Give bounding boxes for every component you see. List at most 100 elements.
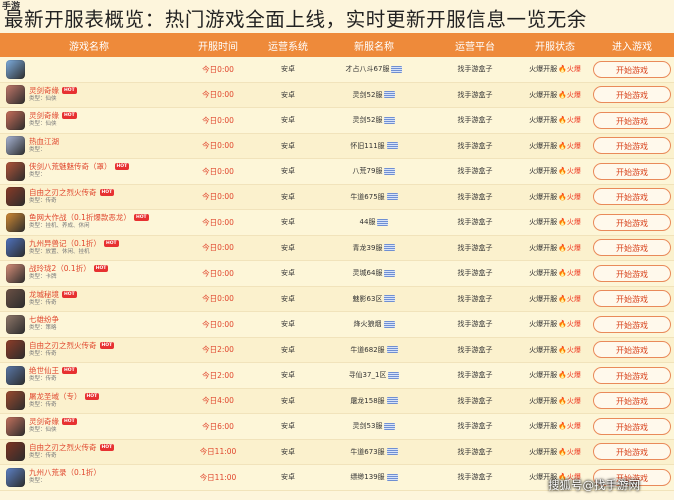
game-title[interactable]: 侠剑八荒魅魅传奇（罩）	[29, 162, 112, 171]
game-cell[interactable]: 自由之刃之烈火传奇 HOT 类型：传奇	[0, 340, 178, 360]
status-hot: 火爆	[566, 422, 581, 431]
operating-system: 安卓	[281, 345, 295, 354]
game-cell[interactable]: 九州异兽记（0.1折） HOT 类型：放置、休闲、挂机	[0, 238, 178, 258]
game-cell[interactable]: 灵剑奇缘 HOT 类型：仙侠	[0, 85, 178, 105]
game-cell[interactable]: 鱼网大作战（0.1折爆款恶龙） HOT 类型：挂机、养成、休闲	[0, 212, 178, 232]
game-title[interactable]: 屠龙圣域（专）	[29, 392, 82, 401]
start-game-button[interactable]: 开始游戏	[593, 137, 671, 155]
game-cell[interactable]: 热血江湖 类型：	[0, 136, 178, 156]
start-game-button[interactable]: 开始游戏	[593, 188, 671, 206]
game-icon[interactable]	[6, 416, 25, 436]
game-cell[interactable]: 自由之刃之烈火传奇 HOT 类型：传奇	[0, 187, 178, 207]
game-icon[interactable]	[6, 212, 25, 232]
game-title[interactable]: 九州八荒录（0.1折）	[29, 468, 101, 477]
server-cell: 灵剑53服	[318, 421, 430, 431]
game-icon[interactable]	[6, 442, 25, 462]
status-label: 火爆开服	[529, 65, 558, 74]
game-icon[interactable]	[6, 161, 25, 181]
start-game-button[interactable]: 开始游戏	[593, 290, 671, 308]
game-cell[interactable]: 绝世仙王 HOT 类型：传奇	[0, 365, 178, 385]
game-title[interactable]: 七雄纷争	[29, 315, 59, 324]
game-title[interactable]: 热血江湖	[29, 137, 59, 146]
start-game-button[interactable]: 开始游戏	[593, 315, 671, 333]
game-title[interactable]: 自由之刃之烈火传奇	[29, 188, 97, 197]
action-cell: 开始游戏	[590, 264, 674, 282]
game-cell[interactable]: 屠龙圣域（专） HOT 类型：传奇	[0, 391, 178, 411]
hot-badge: HOT	[103, 239, 119, 247]
server-name: 八荒79服	[352, 167, 383, 176]
game-icon[interactable]	[6, 263, 25, 283]
status-hot: 火爆	[566, 294, 581, 303]
game-icon[interactable]	[6, 289, 25, 309]
game-icon[interactable]	[6, 85, 25, 105]
game-icon[interactable]	[6, 391, 25, 411]
action-cell: 开始游戏	[590, 239, 674, 257]
status-cell: 火爆开服 🔥 火爆	[520, 319, 590, 329]
table-row: 侠剑八荒魅魅传奇（罩） HOT 类型： 今日0:00 安卓 八荒79服 找手游盒子 火爆开服 🔥…	[0, 159, 674, 185]
start-game-button[interactable]: 开始游戏	[593, 86, 671, 104]
open-time: 今日0:00	[202, 64, 234, 74]
game-cell[interactable]: 灵剑奇缘 HOT 类型：仙侠	[0, 110, 178, 130]
server-name: 青龙39服	[352, 243, 383, 252]
game-title[interactable]: 灵剑奇缘	[29, 111, 59, 120]
game-icon[interactable]	[6, 238, 25, 258]
action-cell: 开始游戏	[590, 392, 674, 410]
status-cell: 火爆开服 🔥 火爆	[520, 396, 590, 406]
platform: 找手游盒子	[457, 269, 493, 278]
game-title[interactable]: 绝世仙王	[29, 366, 59, 375]
game-title[interactable]: 灵剑奇缘	[29, 417, 59, 426]
platform: 找手游盒子	[457, 167, 493, 176]
game-icon[interactable]	[6, 467, 25, 487]
game-icon[interactable]	[6, 340, 25, 360]
game-title[interactable]: 九州异兽记（0.1折）	[29, 239, 101, 248]
start-game-button[interactable]: 开始游戏	[593, 392, 671, 410]
platform: 找手游盒子	[457, 218, 493, 227]
game-title-line: 自由之刃之烈火传奇 HOT	[29, 341, 115, 350]
start-game-button[interactable]: 开始游戏	[593, 264, 671, 282]
game-cell[interactable]: 九州八荒录（0.1折） 类型：	[0, 467, 178, 487]
start-game-button[interactable]: 开始游戏	[593, 213, 671, 231]
game-cell[interactable]: 战玲珑2（0.1折） HOT 类型：卡牌	[0, 263, 178, 283]
start-game-button[interactable]: 开始游戏	[593, 366, 671, 384]
server-cell: 缥缈139服	[318, 472, 430, 482]
start-game-button[interactable]: 开始游戏	[593, 60, 671, 78]
start-game-button[interactable]: 开始游戏	[593, 341, 671, 359]
hot-badge: HOT	[62, 290, 77, 298]
game-icon[interactable]	[6, 314, 25, 334]
action-cell: 开始游戏	[590, 213, 674, 231]
start-game-button[interactable]: 开始游戏	[593, 111, 671, 129]
game-title[interactable]: 自由之刃之烈火传奇	[29, 443, 97, 452]
start-game-button[interactable]: 开始游戏	[593, 239, 671, 257]
game-title-line: 九州异兽记（0.1折） HOT	[29, 239, 119, 248]
hot-badge: HOT	[133, 214, 149, 222]
game-icon[interactable]	[6, 136, 25, 156]
game-cell[interactable]: 龙城秘境 HOT 类型：传奇	[0, 289, 178, 309]
start-game-button[interactable]: 开始游戏	[593, 162, 671, 180]
game-cell[interactable]: 灵剑奇缘 HOT 类型：仙侠	[0, 416, 178, 436]
game-title[interactable]: 灵剑奇缘	[29, 86, 59, 95]
table-row: 龙城秘境 HOT 类型：传奇 今日0:00 安卓 魅影63区 找手游盒子 火爆开服 🔥 火爆 开始游…	[0, 286, 674, 312]
operating-system: 安卓	[281, 371, 295, 380]
game-icon[interactable]	[6, 365, 25, 385]
game-cell[interactable]	[0, 59, 178, 79]
server-table: 今日0:00 安卓 才占八斗67服 找手游盒子 火爆开服 🔥 火爆 开始游戏 灵剑奇缘 HOT 类型…	[0, 57, 674, 491]
game-icon[interactable]	[6, 110, 25, 130]
start-game-button[interactable]: 开始游戏	[593, 417, 671, 435]
table-row: 战玲珑2（0.1折） HOT 类型：卡牌 今日0:00 安卓 灵城64服 找手游盒子 火爆开服…	[0, 261, 674, 287]
server-list-icon	[384, 91, 396, 99]
platform: 找手游盒子	[457, 141, 493, 150]
game-title[interactable]: 自由之刃之烈火传奇	[29, 341, 97, 350]
game-title[interactable]: 鱼网大作战（0.1折爆款恶龙）	[29, 213, 131, 222]
game-icon[interactable]	[6, 187, 25, 207]
game-cell[interactable]: 七雄纷争 类型：策略	[0, 314, 178, 334]
game-title[interactable]: 战玲珑2（0.1折）	[29, 264, 91, 273]
game-title[interactable]: 龙城秘境	[29, 290, 59, 299]
operating-system: 安卓	[281, 447, 295, 456]
game-cell[interactable]: 自由之刃之烈火传奇 HOT 类型：传奇	[0, 442, 178, 462]
start-game-button[interactable]: 开始游戏	[593, 443, 671, 461]
game-icon[interactable]	[6, 59, 25, 79]
game-info: 热血江湖 类型：	[29, 137, 59, 155]
game-cell[interactable]: 侠剑八荒魅魅传奇（罩） HOT 类型：	[0, 161, 178, 181]
status-label: 火爆开服	[529, 447, 558, 456]
game-title-line: 热血江湖	[29, 137, 59, 146]
